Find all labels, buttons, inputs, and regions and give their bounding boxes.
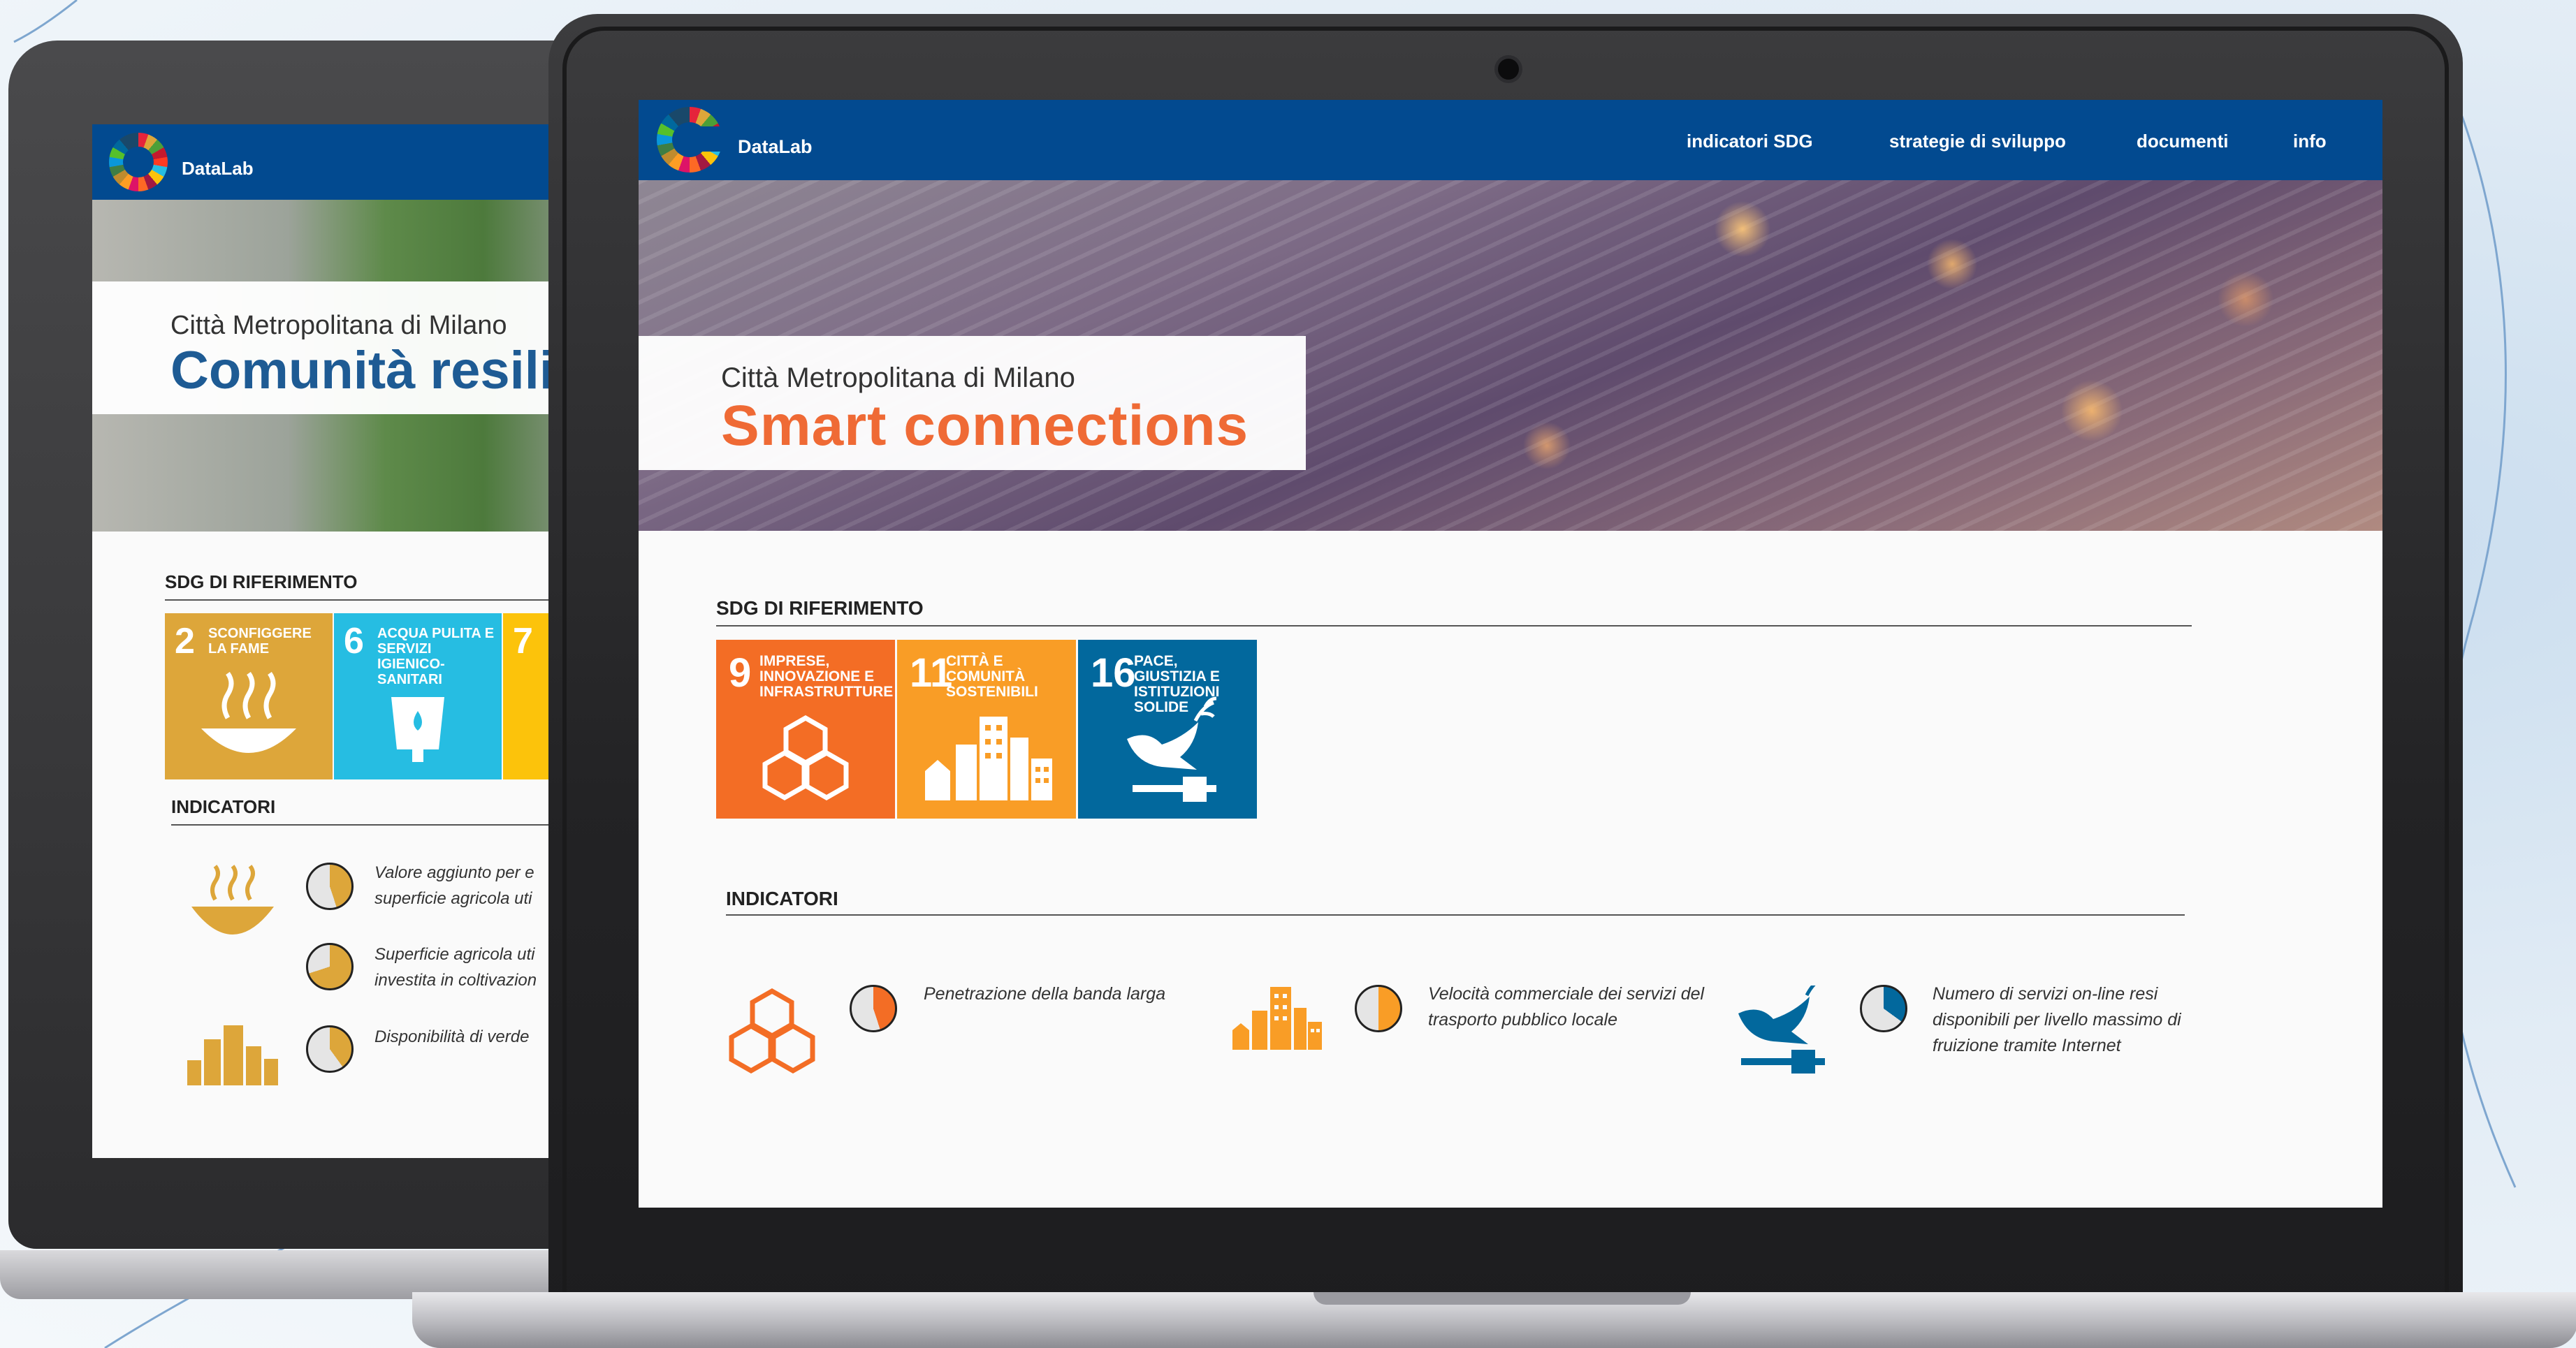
line: Valore aggiunto per e	[374, 863, 534, 882]
nav-info[interactable]: info	[2293, 131, 2327, 152]
city-indicator-icon	[187, 1025, 278, 1085]
line: Disponibilità di verde	[374, 1027, 530, 1046]
back-sdg-tile-6[interactable]: 6 ACQUA PULITA E SERVIZI IGIENICO-SANITA…	[334, 613, 502, 779]
line: investita in coltivazion	[374, 971, 537, 990]
back-indicator-text-3: Disponibilità di verde	[374, 1024, 529, 1050]
nav-documenti[interactable]: documenti	[2137, 131, 2228, 152]
sdg-divider	[716, 625, 2192, 627]
webcam-icon	[1498, 59, 1519, 80]
sdg-heading: SDG DI RIFERIMENTO	[716, 597, 924, 619]
bowl-indicator-icon	[191, 865, 274, 935]
back-indicator-pie-2[interactable]	[306, 943, 354, 990]
bowl-icon	[201, 671, 296, 753]
indicator-pie-banda-larga[interactable]	[850, 985, 897, 1032]
back-brand[interactable]: DataLab	[182, 158, 254, 180]
cubes-icon	[762, 715, 849, 801]
back-indicator-text-1: Valore aggiunto per e superficie agricol…	[374, 860, 534, 911]
indicators-divider	[726, 914, 2185, 916]
sdg-tile-9[interactable]: 9 IMPRESE, INNOVAZIONE E INFRASTRUTTURE	[716, 640, 895, 819]
back-sdg-tile-2[interactable]: 2 SCONFIGGERE LA FAME	[165, 613, 333, 779]
sdg-tile-16[interactable]: 16 PACE, GIUSTIZIA E ISTITUZIONI SOLIDE	[1078, 640, 1257, 819]
back-indicators-heading: INDICATORI	[171, 796, 276, 817]
hero-title: Smart connections	[721, 394, 1249, 457]
city-indicator-icon	[1232, 987, 1322, 1050]
indicator-text-banda-larga: Penetrazione della banda larga	[924, 984, 1166, 1004]
indicator-pie-trasporto[interactable]	[1355, 985, 1402, 1032]
water-glass-icon	[391, 697, 444, 762]
back-hero-subtitle: Città Metropolitana di Milano	[170, 311, 507, 340]
sdg-tile-11[interactable]: 11 CITTÀ E COMUNITÀ SOSTENIBILI	[897, 640, 1076, 819]
brand-name[interactable]: DataLab	[738, 136, 813, 158]
base-notch	[1314, 1292, 1691, 1305]
cubes-indicator-icon	[729, 988, 815, 1074]
top-navbar: DataLab indicatori SDG strategie di svil…	[639, 100, 2382, 180]
line: superficie agricola uti	[374, 889, 532, 908]
back-hero-title: Comunità resili	[170, 341, 554, 400]
back-hero-card: Città Metropolitana di Milano Comunità r…	[92, 281, 581, 414]
back-divider-2	[171, 824, 581, 826]
tile-number: 7	[513, 621, 533, 661]
back-indicator-text-2: Superficie agricola uti investita in col…	[374, 942, 537, 993]
line: Superficie agricola uti	[374, 945, 535, 964]
nav-strategie-di-sviluppo[interactable]: strategie di sviluppo	[1889, 131, 2066, 152]
nav-indicatori-sdg[interactable]: indicatori SDG	[1687, 131, 1813, 152]
hero-fiber-optic-image: Città Metropolitana di Milano Smart conn…	[639, 180, 2382, 531]
hero-title-card: Città Metropolitana di Milano Smart conn…	[639, 336, 1306, 470]
back-indicator-pie-1[interactable]	[306, 863, 354, 910]
back-indicator-pie-3[interactable]	[306, 1025, 354, 1073]
back-sdg-heading: SDG DI RIFERIMENTO	[165, 571, 358, 592]
sdg-wheel-logo-icon[interactable]	[109, 133, 168, 191]
indicator-pie-servizi-online[interactable]	[1860, 985, 1907, 1032]
dove-gavel-indicator-icon	[1738, 986, 1825, 1074]
indicator-text-servizi-online: Numero di servizi on-line resi disponibi…	[1933, 984, 2181, 1055]
back-navbar: DataLab	[92, 124, 581, 200]
logo-gap	[700, 126, 728, 152]
front-laptop-screen: DataLab indicatori SDG strategie di svil…	[639, 100, 2382, 1208]
dove-gavel-icon	[1127, 696, 1217, 802]
city-icon	[925, 717, 1052, 800]
back-divider	[165, 599, 581, 601]
indicator-text-trasporto: Velocità commerciale dei servizi del tra…	[1428, 984, 1705, 1030]
indicators-heading: INDICATORI	[726, 888, 838, 909]
hero-subtitle: Città Metropolitana di Milano	[721, 362, 1075, 393]
back-laptop-screen: DataLab Città Metropolitana di Milano Co…	[92, 124, 581, 1158]
